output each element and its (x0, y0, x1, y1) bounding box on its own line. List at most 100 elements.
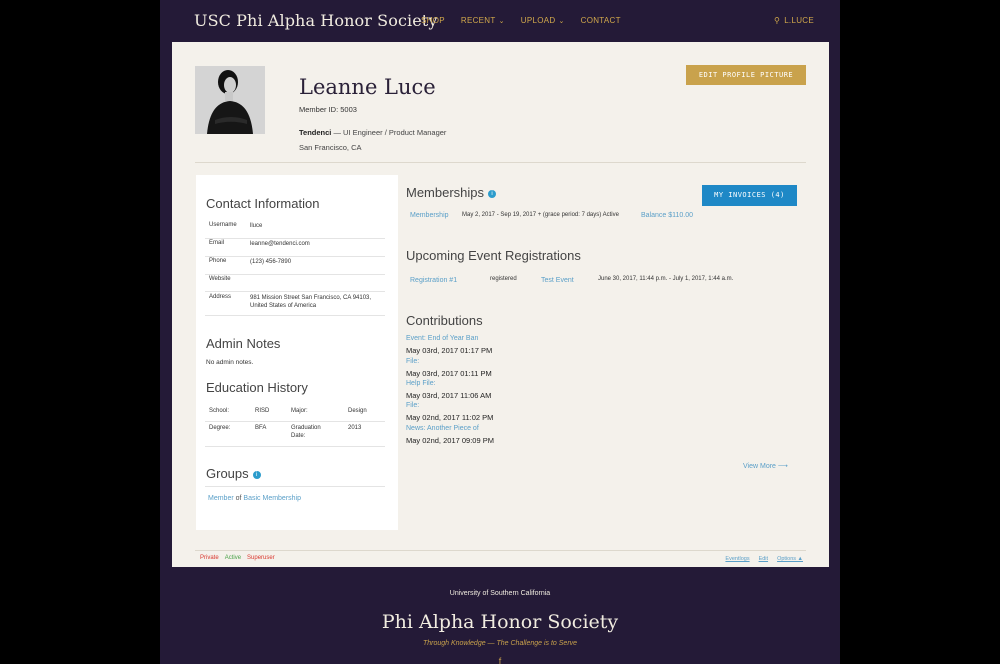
avatar (195, 66, 265, 134)
profile-location: San Francisco, CA (299, 143, 362, 152)
chevron-down-icon: ⌄ (558, 18, 565, 25)
chevron-down-icon: ⌄ (498, 18, 505, 25)
info-icon[interactable]: i (252, 470, 261, 479)
contact-row: Phone (123) 456-7890 (205, 257, 385, 275)
eventlogs-link[interactable]: Eventlogs (725, 556, 749, 562)
nav-links: SHOP RECENT ⌄ UPLOAD ⌄ CONTACT (421, 16, 621, 25)
nav-contact[interactable]: CONTACT (581, 16, 621, 25)
nav-recent-label: RECENT (460, 16, 496, 25)
education-row: Degree: BFA Graduation Date: 2013 (205, 422, 385, 447)
profile-company-line: Tendenci — UI Engineer / Product Manager (299, 128, 446, 137)
contributions-heading: Contributions (406, 313, 483, 328)
event-registrations-heading: Upcoming Event Registrations (406, 248, 581, 263)
contribution-link[interactable]: File: (406, 358, 419, 365)
my-invoices-button[interactable]: MY INVOICES (4) (702, 185, 797, 206)
contact-key: Website (209, 276, 231, 282)
event-link[interactable]: Test Event (541, 277, 574, 284)
status-flags: Private Active Superuser (200, 555, 275, 561)
nav-contact-label: CONTACT (580, 16, 621, 25)
groups-heading-label: Groups (206, 466, 249, 481)
page-stage: USC Phi Alpha Honor Society SHOP RECENT ⌄… (160, 0, 840, 664)
divider (205, 486, 385, 487)
education-row: School: RISD Major: Design (205, 405, 385, 422)
site-brand[interactable]: USC Phi Alpha Honor Society (194, 11, 437, 30)
event-time: June 30, 2017, 11:44 p.m. - July 1, 2017… (598, 276, 734, 282)
balance-link[interactable]: Balance $110.00 (641, 212, 693, 219)
contribution-link[interactable]: File: (406, 402, 419, 409)
group-membership-line: Member of Basic Membership (208, 495, 301, 502)
contact-key: Email (209, 240, 225, 246)
profile-photo (195, 66, 265, 134)
superuser-flag: Superuser (247, 555, 275, 561)
contact-key: Username (209, 222, 237, 228)
nav-upload-label: UPLOAD (520, 16, 556, 25)
user-menu[interactable]: ⚲ L.LUCE (774, 16, 814, 25)
contribution-link[interactable]: News: Another Piece of (406, 425, 479, 432)
contact-value: lluce (250, 223, 263, 229)
contact-value: leanne@tendenci.com (250, 241, 310, 247)
admin-notes-heading: Admin Notes (206, 336, 281, 351)
education-cell: 2013 (348, 425, 362, 431)
contact-value: (123) 456-7890 (250, 259, 292, 265)
footer-tagline: Through Knowledge — The Challenge is to … (422, 640, 578, 647)
group-name-link[interactable]: Basic Membership (243, 495, 301, 502)
membership-link[interactable]: Membership (410, 212, 449, 219)
education-cell: BFA (255, 425, 267, 431)
education-cell: Design (348, 408, 367, 414)
nav-recent[interactable]: RECENT ⌄ (461, 16, 505, 25)
contact-info-heading: Contact Information (206, 196, 320, 211)
contribution-link[interactable]: Help File: (406, 380, 436, 387)
edit-link[interactable]: Edit (759, 556, 768, 562)
contact-row: Address 981 Mission Street San Francisco… (205, 292, 385, 316)
contribution-date: May 03rd, 2017 01:17 PM (406, 346, 493, 355)
divider (195, 550, 806, 551)
contact-key: Address (209, 294, 232, 300)
registration-link[interactable]: Registration #1 (410, 277, 457, 284)
contact-value: 981 Mission Street San Francisco, CA 941… (250, 295, 372, 309)
education-cell: Major: (291, 408, 308, 414)
info-icon[interactable]: i (488, 189, 497, 198)
contact-row: Email leanne@tendenci.com (205, 239, 385, 257)
education-cell: Graduation Date: (291, 425, 321, 439)
contribution-link[interactable]: Event: End of Year Ban (406, 335, 478, 342)
facebook-icon[interactable]: f (160, 656, 840, 664)
group-of-text: of (233, 495, 244, 502)
left-sidebar-panel: Contact Information Username lluce Email… (196, 175, 398, 530)
member-link[interactable]: Member (208, 495, 234, 502)
memberships-heading-label: Memberships (406, 185, 485, 200)
nav-shop-label: SHOP (421, 16, 445, 25)
memberships-heading: Memberships i (406, 185, 497, 200)
edit-profile-picture-button[interactable]: EDIT PROFILE PICTURE (686, 65, 806, 85)
company-name: Tendenci (299, 128, 332, 137)
nav-upload[interactable]: UPLOAD ⌄ (521, 16, 565, 25)
divider (195, 162, 806, 163)
contribution-date: May 02nd, 2017 11:02 PM (406, 413, 494, 422)
private-flag: Private (200, 555, 219, 561)
education-cell: RISD (255, 408, 270, 414)
profile-name: Leanne Luce (299, 75, 436, 99)
footer-university: University of Southern California (449, 590, 551, 597)
footer-site-title: Phi Alpha Honor Society (381, 611, 619, 633)
groups-heading: Groups i (206, 466, 261, 481)
active-flag: Active (224, 555, 242, 561)
contact-key: Phone (209, 258, 227, 264)
profile-actions: Eventlogs Edit Options ▲ (725, 556, 803, 562)
member-id: Member ID: 5003 (299, 105, 357, 114)
contribution-date: May 02nd, 2017 09:09 PM (406, 436, 494, 445)
contact-row: Website (205, 275, 385, 292)
profile-card: Leanne Luce Member ID: 5003 Tendenci — U… (172, 42, 829, 567)
admin-notes-text: No admin notes. (206, 359, 254, 366)
education-cell: School: (209, 408, 230, 414)
registration-status: registered (490, 276, 517, 282)
membership-period: May 2, 2017 - Sep 19, 2017 + (grace peri… (462, 212, 619, 218)
user-menu-label: L.LUCE (784, 16, 814, 25)
options-link[interactable]: Options ▲ (777, 556, 803, 562)
contribution-date: May 03rd, 2017 01:11 PM (406, 369, 492, 378)
top-navbar: USC Phi Alpha Honor Society SHOP RECENT ⌄… (160, 0, 840, 42)
nav-shop[interactable]: SHOP (421, 16, 445, 25)
education-cell: Degree: (209, 425, 231, 431)
contact-row: Username lluce (205, 222, 385, 239)
job-title: — UI Engineer / Product Manager (331, 128, 447, 137)
user-icon: ⚲ (774, 16, 781, 25)
view-more-link[interactable]: View More ⟶ (743, 462, 788, 470)
